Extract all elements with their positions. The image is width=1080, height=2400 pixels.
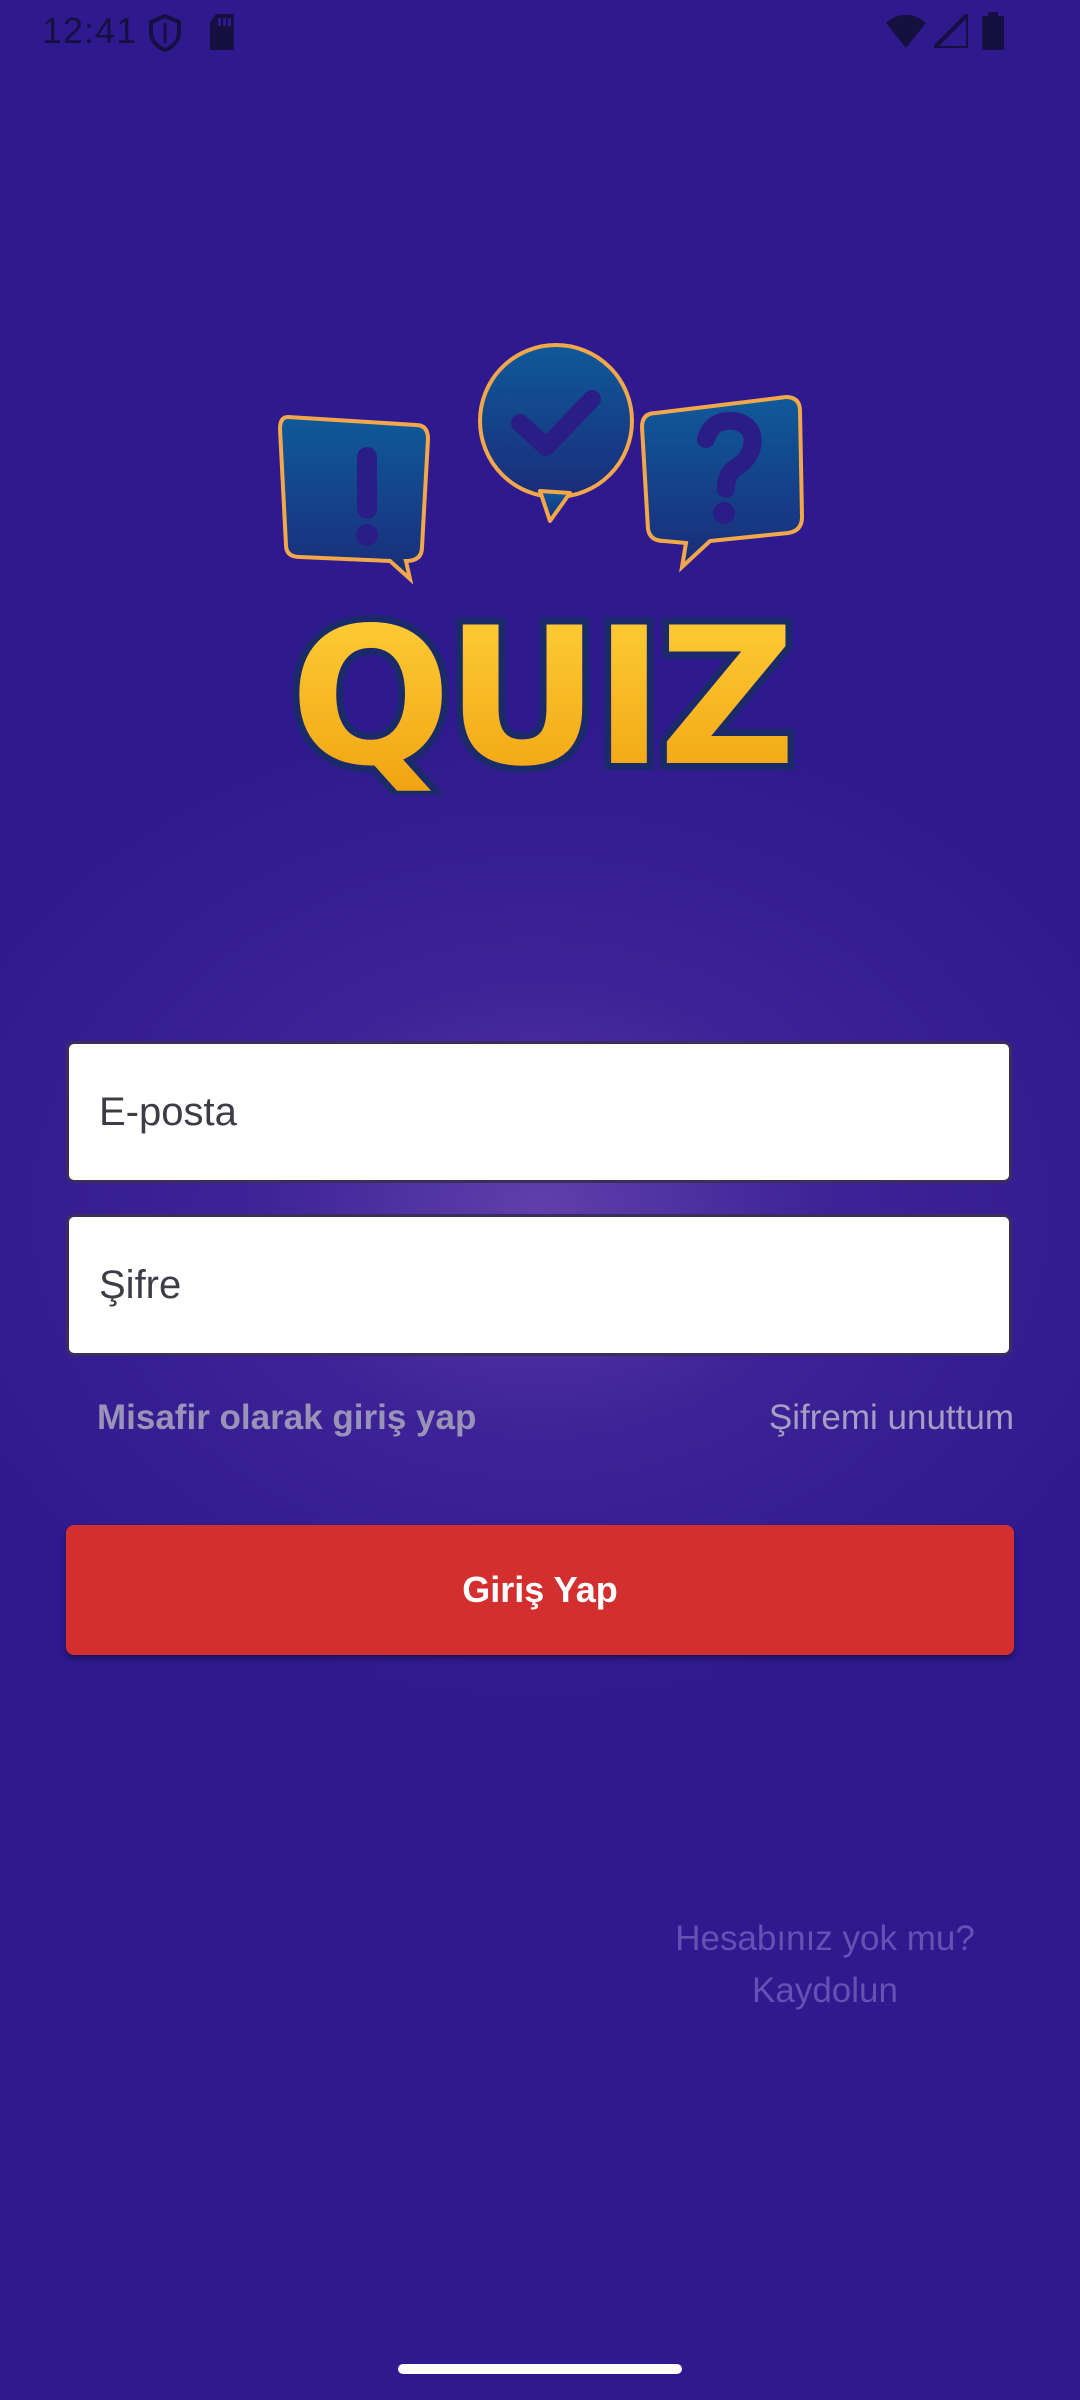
wifi-icon — [886, 14, 926, 48]
password-field[interactable] — [66, 1214, 1012, 1356]
exclamation-bubble-icon — [277, 414, 431, 585]
battery-icon — [982, 12, 1004, 50]
sd-card-icon — [210, 14, 234, 50]
signup-link[interactable]: Hesabınız yok mu? Kaydolun — [640, 1913, 1010, 2017]
password-input[interactable] — [69, 1217, 1009, 1353]
status-time: 12:41 — [42, 10, 138, 51]
signup-action[interactable]: Kaydolun — [640, 1965, 1010, 2017]
question-bubble-icon — [639, 394, 805, 573]
quiz-logo-text: QUIZ — [290, 587, 790, 795]
guest-login-link[interactable]: Misafir olarak giriş yap — [97, 1398, 476, 1438]
cell-signal-icon — [934, 14, 968, 48]
shield-icon — [149, 14, 181, 52]
home-indicator[interactable] — [398, 2364, 682, 2374]
signup-question: Hesabınız yok mu? — [675, 1919, 975, 1958]
forgot-password-link[interactable]: Şifremi unuttum — [769, 1398, 1014, 1438]
quiz-logo: QUIZ — [277, 343, 805, 795]
check-bubble-icon — [478, 343, 634, 523]
email-field[interactable] — [66, 1041, 1012, 1183]
email-input[interactable] — [69, 1044, 1009, 1180]
login-button[interactable]: Giriş Yap — [66, 1525, 1014, 1655]
status-bar: 12:41 — [0, 0, 1080, 64]
